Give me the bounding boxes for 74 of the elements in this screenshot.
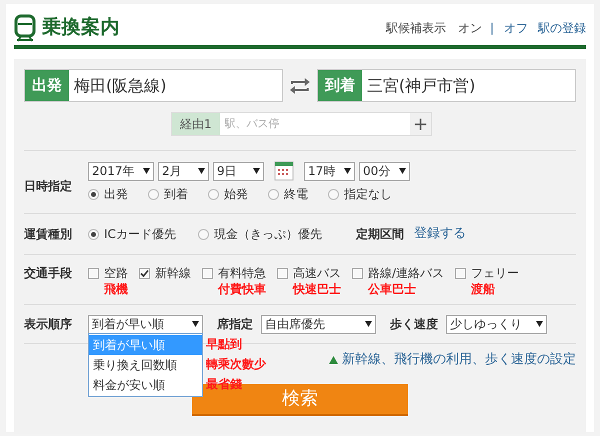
checkbox-label: 路線/連絡バス xyxy=(368,265,444,282)
caret-icon xyxy=(536,321,543,327)
checkbox-label: フェリー xyxy=(471,265,520,282)
radio-label: 現金（きっぷ）優先 xyxy=(214,226,322,243)
checkbox-label: 有料特急 xyxy=(218,265,266,282)
row-label: 交通手段 xyxy=(24,265,73,282)
header-link[interactable]: オフ xyxy=(504,18,528,36)
caret-icon xyxy=(365,321,372,327)
caret-icon xyxy=(143,168,150,174)
radio-label: 始発 xyxy=(224,186,248,203)
radio-button[interactable] xyxy=(208,188,219,200)
radio-label: 到着 xyxy=(164,186,188,203)
radio-button[interactable] xyxy=(88,188,99,200)
checkbox-label: 高速バス xyxy=(293,265,341,282)
walking-speed-select[interactable]: 少しゆっくり xyxy=(446,314,547,334)
row-label: 運賃種別 xyxy=(24,226,73,243)
page-title: 乗換案内 xyxy=(42,15,120,40)
radio-label: 出発 xyxy=(104,186,128,203)
checkbox[interactable] xyxy=(202,268,213,278)
via-station-field[interactable]: 駅、バス停 xyxy=(220,112,410,136)
minute-select[interactable]: 00分 xyxy=(359,162,410,180)
caret-icon xyxy=(198,168,205,174)
caret-icon xyxy=(399,168,406,174)
checkbox[interactable] xyxy=(352,268,363,278)
radio-button[interactable] xyxy=(328,188,339,200)
checkbox[interactable] xyxy=(455,268,466,278)
walking-speed-label: 歩く速度 xyxy=(390,316,438,333)
swap-icon[interactable] xyxy=(289,76,311,96)
caret-icon xyxy=(253,168,260,174)
annotation: 快速巴士 xyxy=(293,282,341,296)
dropdown-option[interactable]: 乗り換え回数順 xyxy=(89,355,202,375)
annotation: 付費快車 xyxy=(218,282,266,296)
checkbox[interactable] xyxy=(88,268,99,278)
year-select[interactable]: 2017年 xyxy=(88,162,154,180)
option-label: 駅候補表示 xyxy=(386,20,446,36)
seat-select[interactable]: 自由席優先 xyxy=(261,314,376,334)
annotation: 渡船 xyxy=(471,282,496,296)
caret-icon xyxy=(344,168,351,174)
sort-order-select[interactable]: 到着が早い順 xyxy=(88,314,203,334)
commuter-pass-label: 定期区間 xyxy=(356,226,404,243)
arrival-station-field[interactable]: 到着 三宮(神戸市営) xyxy=(316,69,576,102)
row-label: 表示順序 xyxy=(24,316,73,333)
departure-station-field[interactable]: 出発 梅田(阪急線) xyxy=(24,69,284,102)
radio-label: 終電 xyxy=(284,186,308,203)
radio-label: ICカード優先 xyxy=(104,226,176,243)
on-option: オン xyxy=(458,18,482,36)
checkbox[interactable] xyxy=(277,268,288,278)
radio-button[interactable] xyxy=(88,228,99,240)
header-link[interactable]: 駅の登録 xyxy=(538,18,586,36)
checkbox[interactable] xyxy=(139,268,150,278)
day-select[interactable]: 9日 xyxy=(213,162,264,180)
annotation: 轉乘次數少 xyxy=(206,356,266,373)
caret-icon xyxy=(192,321,199,327)
separator: | xyxy=(490,20,494,36)
checkbox-label: 空路 xyxy=(104,265,128,282)
triangle-icon xyxy=(329,356,338,364)
annotation: 公車巴士 xyxy=(368,282,417,296)
annotation: 飛機 xyxy=(104,282,128,296)
radio-label: 指定なし xyxy=(344,186,392,203)
train-icon xyxy=(14,14,36,42)
hour-select[interactable]: 17時 xyxy=(304,162,355,180)
annotation: 早點到 xyxy=(206,336,243,353)
calendar-icon[interactable] xyxy=(274,161,294,181)
radio-button[interactable] xyxy=(148,188,159,200)
radio-button[interactable] xyxy=(268,188,279,200)
register-link[interactable]: 登録する xyxy=(414,224,466,244)
add-via-button[interactable]: + xyxy=(410,112,432,136)
settings-link[interactable]: 新幹線、飛行機の利用、歩く速度の設定 xyxy=(329,350,576,370)
via-label: 経由1 xyxy=(171,112,220,136)
seat-label: 席指定 xyxy=(217,316,253,333)
row-label: 日時指定 xyxy=(24,178,73,195)
month-select[interactable]: 2月 xyxy=(158,162,209,180)
checkbox-label: 新幹線 xyxy=(155,265,191,282)
radio-button[interactable] xyxy=(198,228,209,240)
